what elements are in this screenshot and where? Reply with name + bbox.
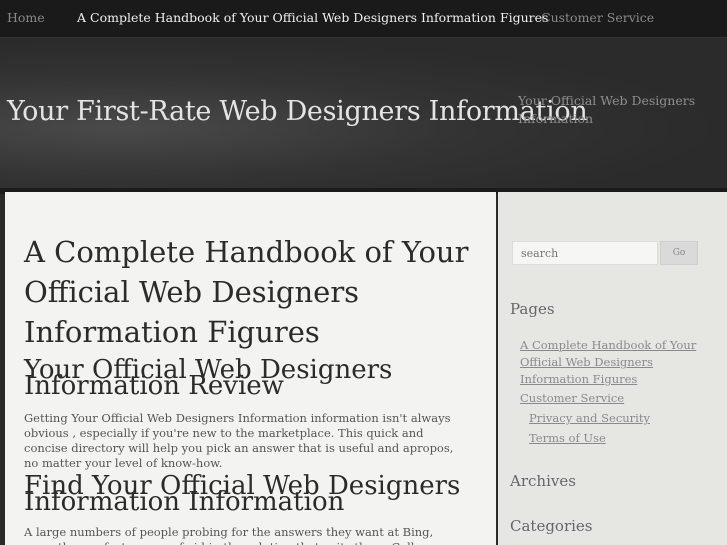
categories-widget-title: Categories — [510, 517, 593, 535]
site-header: Your First-Rate Web Designers Informatio… — [0, 38, 727, 190]
nav-item-customer-service[interactable]: Customer Service — [541, 10, 654, 25]
top-navigation: Home A Complete Handbook of Your Officia… — [0, 0, 727, 38]
sidebar-page-privacy[interactable]: Privacy and Security — [529, 410, 650, 427]
section-body: Getting Your Official Web Designers Info… — [24, 411, 454, 470]
site-title[interactable]: Your First-Rate Web Designers Informatio… — [7, 96, 588, 127]
page-title: A Complete Handbook of Your Official Web… — [24, 235, 469, 349]
main-content: A Complete Handbook of Your Official Web… — [5, 192, 496, 545]
site-tagline: Your Official Web Designers Information — [518, 93, 696, 126]
nav-item-handbook[interactable]: A Complete Handbook of Your Official Web… — [77, 10, 548, 25]
section-body: A large numbers of people probing for th… — [24, 525, 434, 545]
section-heading: Find Your Official Web Designers Informa… — [24, 471, 461, 517]
nav-item-home[interactable]: Home — [7, 10, 45, 25]
sidebar: Go Pages A Complete Handbook of Your Off… — [498, 192, 727, 545]
archives-widget-title: Archives — [510, 472, 576, 490]
search-button[interactable]: Go — [660, 241, 698, 265]
section-heading: Your Official Web Designers Information … — [24, 355, 393, 401]
sidebar-page-handbook[interactable]: A Complete Handbook of Your Official Web… — [520, 337, 710, 388]
search-input[interactable] — [512, 241, 658, 265]
sidebar-page-terms[interactable]: Terms of Use — [529, 430, 606, 447]
sidebar-page-customer-service[interactable]: Customer Service — [520, 390, 624, 407]
pages-widget-title: Pages — [510, 300, 555, 318]
